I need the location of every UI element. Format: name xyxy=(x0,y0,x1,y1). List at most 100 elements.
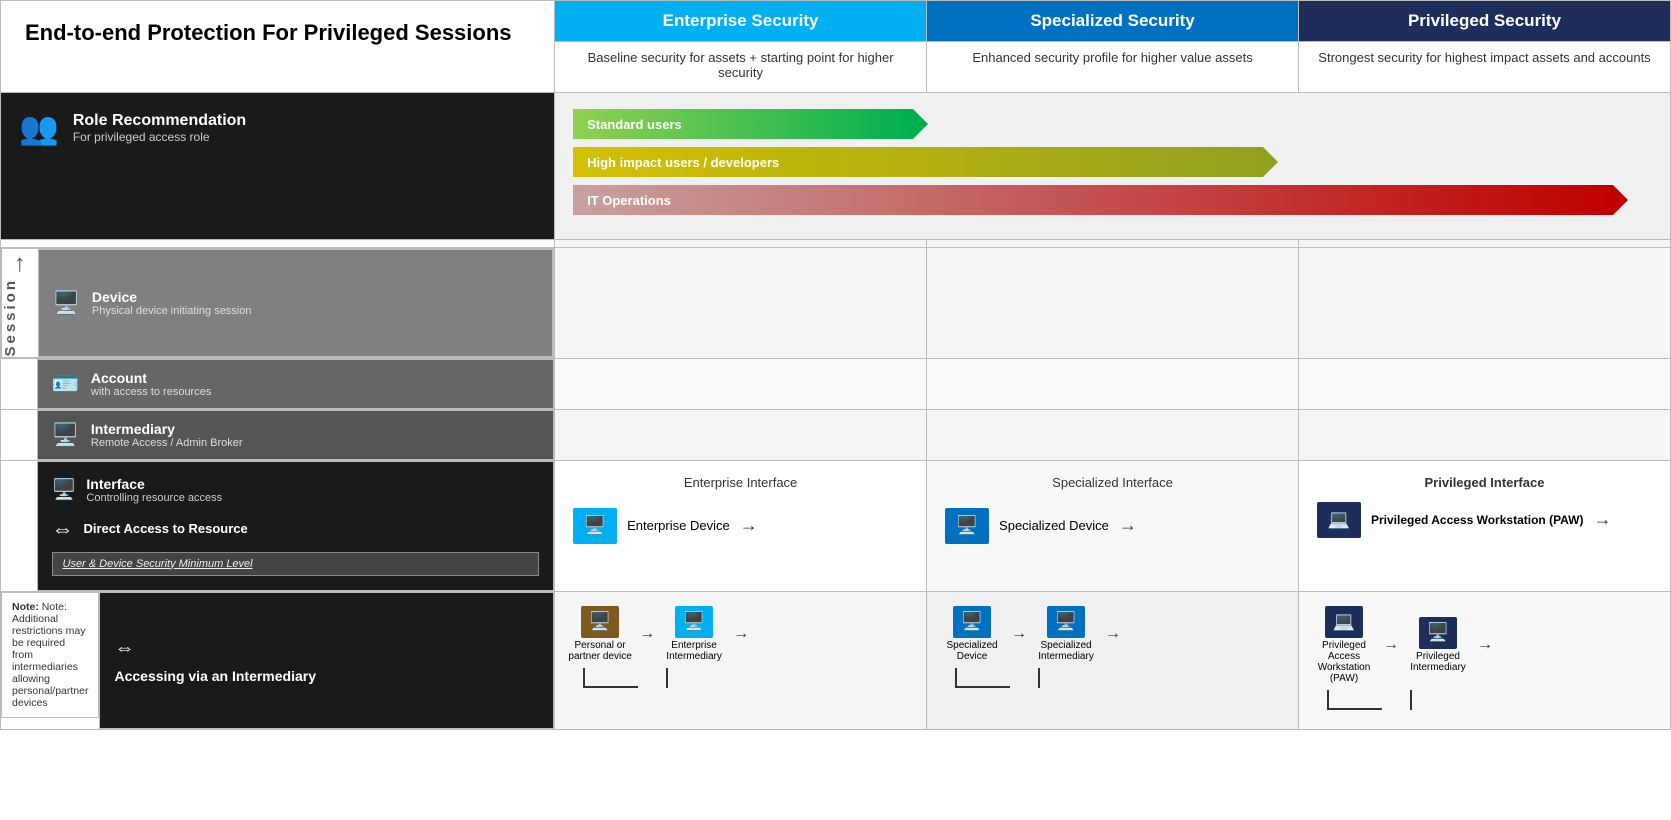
priv-int-icon: 🖥️ xyxy=(1419,617,1457,649)
personal-device-col: 🖥️ Personal or partner device xyxy=(565,606,635,662)
spec-device-icon: 🖥️ xyxy=(953,606,991,638)
priv-int-label: Privileged Intermediary xyxy=(1403,651,1473,673)
enterprise-int-label: Enterprise Intermediary xyxy=(659,640,729,662)
privileged-device-arrow: → xyxy=(1594,509,1612,530)
device-enterprise-cell xyxy=(555,248,927,359)
up-arrow-icon: ↑ xyxy=(2,250,38,278)
session-label: Session xyxy=(2,278,19,357)
enterprise-device-arrow: → xyxy=(740,515,758,536)
intermediary-icon: 🖥️ xyxy=(52,422,79,448)
enterprise-int-flow: 🖥️ Personal or partner device → 🖥️ Enter… xyxy=(565,606,916,662)
enterprise-device-label: Enterprise Device xyxy=(627,518,730,533)
specialized-device-icon: 🖥️ xyxy=(945,508,989,544)
priv-device-col: 💻 Privileged Access Workstation (PAW) xyxy=(1309,606,1379,684)
privileged-header: Privileged Security xyxy=(1299,1,1671,42)
device-privileged-cell xyxy=(1299,248,1671,359)
spec-int-arrow2: → xyxy=(1105,625,1121,643)
privileged-accessing-cell: 💻 Privileged Access Workstation (PAW) → … xyxy=(1299,591,1671,729)
privileged-interface-label: Privileged Interface xyxy=(1317,475,1652,490)
privileged-interface-cell: Privileged Interface 💻 Privileged Access… xyxy=(1299,460,1671,591)
spec-int-label: Specialized Intermediary xyxy=(1031,640,1101,662)
priv-device-icon: 💻 xyxy=(1325,606,1363,638)
accessing-section-left: ⇔ Accessing via an Intermediary xyxy=(100,592,554,728)
enterprise-accessing-cell: 🖥️ Personal or partner device → 🖥️ Enter… xyxy=(555,591,927,729)
intermediary-section-left: 🖥️ Intermediary Remote Access / Admin Br… xyxy=(37,410,554,459)
account-privileged-cell xyxy=(1299,358,1671,409)
privileged-device-icon: 💻 xyxy=(1317,502,1361,538)
specialized-accessing-cell: 🖥️ Specialized Device → 🖥️ Specialized I… xyxy=(927,591,1299,729)
device-section-left: 🖥️ Device Physical device initiating ses… xyxy=(38,250,553,357)
account-row-left-wrapper: 🪪 Account with access to resources xyxy=(1,358,555,409)
itops-arrow-row: IT Operations xyxy=(573,185,1652,215)
highimpact-arrow: High impact users / developers xyxy=(573,147,1652,177)
enterprise-int-col: 🖥️ Enterprise Intermediary xyxy=(659,606,729,662)
enterprise-header: Enterprise Security xyxy=(555,1,927,42)
privileged-device-row: 💻 Privileged Access Workstation (PAW) → xyxy=(1317,502,1652,538)
specialized-header: Specialized Security xyxy=(927,1,1299,42)
account-section-left: 🪪 Account with access to resources xyxy=(37,359,554,408)
priv-int-arrow1: → xyxy=(1383,636,1399,654)
accessing-row-left-wrapper: Note: Note: Additional restrictions may … xyxy=(1,591,555,729)
role-recommendation-cell: 👥 Role Recommendation For privileged acc… xyxy=(1,93,555,240)
session-label-cell: ↑ Session xyxy=(2,250,38,357)
account-enterprise-cell xyxy=(555,358,927,409)
interface-section-left: 🖥️ Interface Controlling resource access… xyxy=(37,461,554,590)
ent-int-arrow1: → xyxy=(639,625,655,643)
interface-title: Interface xyxy=(86,476,222,492)
device-title: Device xyxy=(92,289,252,305)
priv-int-arrow2: → xyxy=(1477,636,1493,654)
device-specialized-cell xyxy=(927,248,1299,359)
page-title: End-to-end Protection For Privileged Ses… xyxy=(25,19,530,47)
enterprise-int-icon: 🖥️ xyxy=(675,606,713,638)
note-box: Note: Note: Additional restrictions may … xyxy=(1,592,99,718)
standard-users-arrow: Standard users xyxy=(573,109,1652,139)
specialized-device-arrow: → xyxy=(1119,515,1137,536)
spec-int-icon: 🖥️ xyxy=(1047,606,1085,638)
interface-subtitle: Controlling resource access xyxy=(86,492,222,504)
enterprise-desc: Baseline security for assets + starting … xyxy=(555,42,927,93)
standard-users-arrow-row: Standard users xyxy=(573,109,1652,139)
min-level-box: User & Device Security Minimum Level xyxy=(52,552,540,576)
intermediary-row-left-wrapper: 🖥️ Intermediary Remote Access / Admin Br… xyxy=(1,409,555,460)
direct-access-label: Direct Access to Resource xyxy=(84,521,248,536)
intermediary-privileged-cell xyxy=(1299,409,1671,460)
interface-icon: 🖥️ xyxy=(52,477,77,502)
account-title: Account xyxy=(91,370,211,386)
spec-int-col: 🖥️ Specialized Intermediary xyxy=(1031,606,1101,662)
specialized-device-row: 🖥️ Specialized Device → xyxy=(945,508,1280,544)
itops-arrow: IT Operations xyxy=(573,185,1652,215)
specialized-interface-label: Specialized Interface xyxy=(945,475,1280,490)
device-subtitle: Physical device initiating session xyxy=(92,305,252,317)
priv-device-label: Privileged Access Workstation (PAW) xyxy=(1309,640,1379,684)
privileged-desc: Strongest security for highest impact as… xyxy=(1299,42,1671,93)
intermediary-title: Intermediary xyxy=(91,421,243,437)
role-arrows-cell: Standard users High impact users / devel… xyxy=(555,93,1671,240)
accessing-title: Accessing via an Intermediary xyxy=(114,668,539,684)
intermediary-enterprise-cell xyxy=(555,409,927,460)
personal-device-icon: 🖥️ xyxy=(581,606,619,638)
page-title-cell: End-to-end Protection For Privileged Ses… xyxy=(1,1,555,93)
people-icon: 👥 xyxy=(19,109,59,147)
spec-device-label: Specialized Device xyxy=(937,640,1007,662)
account-specialized-cell xyxy=(927,358,1299,409)
enterprise-interface-label: Enterprise Interface xyxy=(573,475,908,490)
privileged-device-label: Privileged Access Workstation (PAW) xyxy=(1371,513,1584,527)
specialized-interface-cell: Specialized Interface 🖥️ Specialized Dev… xyxy=(927,460,1299,591)
specialized-desc: Enhanced security profile for higher val… xyxy=(927,42,1299,93)
enterprise-device-icon: 🖥️ xyxy=(573,508,617,544)
role-title: Role Recommendation xyxy=(73,112,246,130)
enterprise-device-row: 🖥️ Enterprise Device → xyxy=(573,508,908,544)
enterprise-interface-cell: Enterprise Interface 🖥️ Enterprise Devic… xyxy=(555,460,927,591)
specialized-int-flow: 🖥️ Specialized Device → 🖥️ Specialized I… xyxy=(937,606,1288,662)
account-subtitle: with access to resources xyxy=(91,386,211,398)
personal-device-label: Personal or partner device xyxy=(565,640,635,662)
ent-int-arrow2: → xyxy=(733,625,749,643)
priv-int-col: 🖥️ Privileged Intermediary xyxy=(1403,617,1473,673)
role-subtitle: For privileged access role xyxy=(73,130,246,144)
accessing-icon: ⇔ xyxy=(114,637,134,660)
interface-row-left-wrapper: 🖥️ Interface Controlling resource access… xyxy=(1,460,555,591)
device-icon: 🖥️ xyxy=(53,290,80,316)
direct-access-icon: ⇔ xyxy=(52,516,74,542)
specialized-device-label: Specialized Device xyxy=(999,518,1109,533)
intermediary-specialized-cell xyxy=(927,409,1299,460)
